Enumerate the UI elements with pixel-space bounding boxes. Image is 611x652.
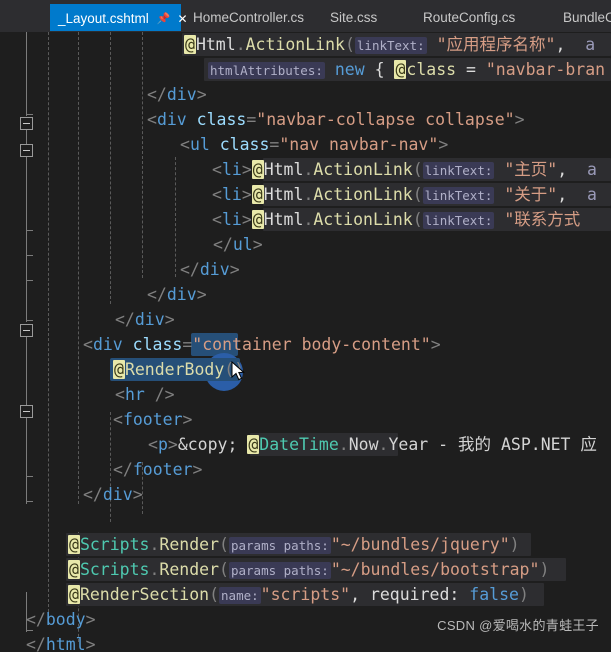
code-line[interactable]: <hr /> xyxy=(0,382,611,407)
code-line[interactable]: <p>&copy; @DateTime.Now.Year - 我的 ASP.NE… xyxy=(0,432,611,457)
code-line[interactable]: <footer> xyxy=(0,407,611,432)
csdn-watermark: CSDN @爱喝水的青蛙王子 xyxy=(437,618,599,633)
editor-tab-strip: _Layout.cshtml 📌 ✕ HomeController.cs Sit… xyxy=(0,0,611,32)
code-line[interactable]: </div> xyxy=(0,257,611,282)
code-line[interactable]: <div class="container body-content"> xyxy=(0,332,611,357)
code-line[interactable]: <li>@Html.ActionLink(linkText: "关于", a xyxy=(0,182,611,207)
tab-homecontroller-cs[interactable]: HomeController.cs xyxy=(185,4,320,31)
code-line[interactable]: </div> xyxy=(0,307,611,332)
code-line-selected[interactable]: @RenderBody() xyxy=(0,353,611,391)
tab-label: Site.css xyxy=(330,10,378,25)
code-line[interactable]: @Html.ActionLink(linkText: "应用程序名称", a xyxy=(0,32,611,57)
tab-routeconfig-cs[interactable]: RouteConfig.cs xyxy=(415,4,531,31)
tab-layout-cshtml[interactable]: _Layout.cshtml 📌 ✕ xyxy=(50,4,188,31)
tab-label: RouteConfig.cs xyxy=(423,10,516,25)
tab-label: BundleC xyxy=(563,10,611,25)
code-line[interactable]: htmlAttributes: new { @class = "navbar-b… xyxy=(0,57,611,82)
code-line[interactable]: </div> xyxy=(0,282,611,307)
code-line[interactable]: </ul> xyxy=(0,232,611,257)
code-line[interactable]: <li>@Html.ActionLink(linkText: "联系方式 xyxy=(0,207,611,232)
code-line[interactable] xyxy=(0,507,611,532)
code-text-area[interactable]: @Html.ActionLink(linkText: "应用程序名称", a h… xyxy=(0,32,611,652)
code-line[interactable]: <li>@Html.ActionLink(linkText: "主页", a xyxy=(0,157,611,182)
code-line[interactable]: <ul class="nav navbar-nav"> xyxy=(0,132,611,157)
code-line[interactable]: </div> xyxy=(0,82,611,107)
tab-label: HomeController.cs xyxy=(193,10,305,25)
code-line[interactable]: </div> xyxy=(0,482,611,507)
pin-icon[interactable]: 📌 xyxy=(157,12,171,25)
code-line[interactable]: </footer> xyxy=(0,457,611,482)
code-line[interactable]: @Scripts.Render(params paths: "~/bundles/… xyxy=(0,557,611,582)
tab-bundleconfig-cs[interactable]: BundleC xyxy=(555,4,611,31)
tab-label: _Layout.cshtml xyxy=(58,11,149,26)
code-editor[interactable]: @Html.ActionLink(linkText: "应用程序名称", a h… xyxy=(0,32,611,652)
code-line[interactable]: @Scripts.Render(params paths: "~/bundles/… xyxy=(0,532,611,557)
code-line[interactable]: </html> xyxy=(0,632,611,652)
code-line[interactable]: @RenderSection(name: "scripts", required:… xyxy=(0,582,611,607)
code-line[interactable]: <div class="navbar-collapse collapse"> xyxy=(0,107,611,132)
tab-site-css[interactable]: Site.css xyxy=(322,4,393,31)
